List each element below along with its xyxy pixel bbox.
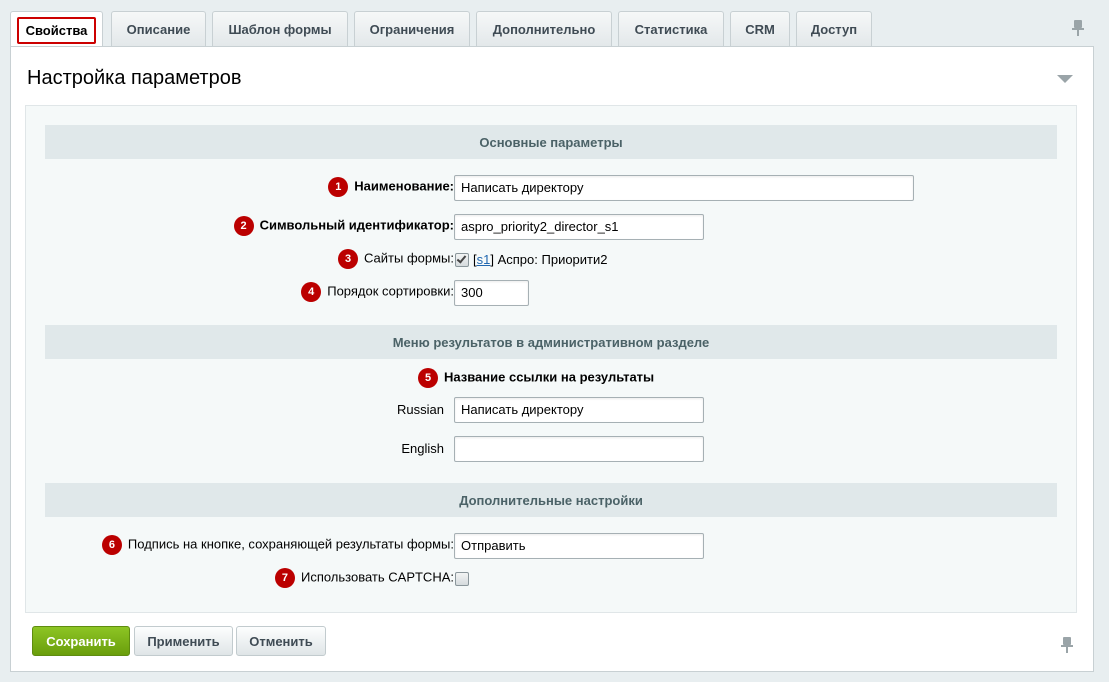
site-s1-link[interactable]: s1 (477, 252, 491, 267)
tab-properties[interactable]: Свойства (10, 11, 103, 48)
captcha-label-row: 7 Использовать CAPTCHA: (274, 568, 454, 588)
results-link-label: Название ссылки на результаты (444, 369, 655, 385)
section-main-header: Основные параметры (45, 125, 1057, 159)
name-label: Наименование: (354, 178, 454, 194)
settings-panel: Настройка параметров Основные параметры … (10, 46, 1094, 672)
tab-access[interactable]: Доступ (796, 11, 872, 46)
name-input[interactable]: Написать директору (454, 175, 914, 201)
tab-additional-label: Дополнительно (492, 21, 596, 37)
sort-label-row: 4 Порядок сортировки: (301, 282, 454, 302)
russian-label: Russian (397, 402, 444, 417)
name-label-row: 1 Наименование: (328, 177, 454, 197)
captcha-label: Использовать CAPTCHA: (300, 569, 454, 585)
pin-buttons-icon[interactable] (1061, 637, 1073, 653)
site-s1-checkbox[interactable] (455, 253, 469, 267)
code-label: Символьный идентификатор: (259, 217, 454, 233)
section-menu-header: Меню результатов в административном разд… (45, 325, 1057, 359)
tab-restrictions-label: Ограничения (369, 21, 455, 37)
code-input[interactable]: aspro_priority2_director_s1 (454, 214, 704, 240)
save-button[interactable]: Сохранить (32, 626, 130, 656)
tab-form-template-label: Шаблон формы (228, 21, 332, 37)
english-input[interactable] (454, 436, 704, 462)
tab-access-label: Доступ (810, 21, 858, 37)
tab-form-template[interactable]: Шаблон формы (212, 11, 348, 46)
tab-statistics[interactable]: Статистика (618, 11, 724, 46)
sites-label: Сайты формы: (364, 250, 454, 266)
tab-description-label: Описание (126, 21, 191, 37)
form-content: Основные параметры 1 Наименование: Написа… (25, 105, 1077, 613)
tab-crm[interactable]: CRM (730, 11, 790, 46)
results-link-row: 5 Название ссылки на результаты (418, 368, 654, 388)
tab-properties-label: Свойства (16, 16, 97, 44)
cancel-button[interactable]: Отменить (236, 626, 326, 656)
site-s1-text: [s1] Аспро: Приорити2 (473, 252, 608, 267)
checkmark-icon (456, 253, 467, 264)
russian-input[interactable]: Написать директору (454, 397, 704, 423)
badge-5: 5 (418, 368, 438, 388)
apply-button[interactable]: Применить (134, 626, 233, 656)
button-caption-label-row: 6 Подпись на кнопке, сохраняющей результа… (101, 535, 454, 555)
badge-2: 2 (233, 216, 254, 236)
sort-label: Порядок сортировки: (327, 283, 454, 299)
tab-additional[interactable]: Дополнительно (476, 11, 612, 46)
badge-1: 1 (328, 177, 349, 197)
badge-7: 7 (274, 568, 295, 588)
english-label: English (401, 441, 444, 456)
panel-title: Настройка параметров (27, 67, 242, 89)
tab-description[interactable]: Описание (111, 11, 206, 46)
sites-label-row: 3 Сайты формы: (338, 249, 454, 269)
captcha-checkbox[interactable] (455, 572, 469, 586)
badge-6: 6 (101, 535, 122, 555)
tab-crm-label: CRM (745, 21, 775, 37)
tab-restrictions[interactable]: Ограничения (354, 11, 470, 46)
sort-input[interactable]: 300 (454, 280, 529, 306)
section-extra-header: Дополнительные настройки (45, 483, 1057, 517)
code-label-row: 2 Символьный идентификатор: (233, 216, 454, 236)
button-caption-input[interactable]: Отправить (454, 533, 704, 559)
tab-statistics-label: Статистика (634, 21, 708, 37)
badge-3: 3 (338, 249, 359, 269)
pin-tabs-icon[interactable] (1072, 20, 1084, 36)
badge-4: 4 (301, 282, 322, 302)
button-caption-label: Подпись на кнопке, сохраняющей результат… (127, 536, 454, 552)
collapse-arrow-icon[interactable] (1057, 75, 1073, 83)
site-name: Аспро: Приорити2 (493, 252, 608, 267)
